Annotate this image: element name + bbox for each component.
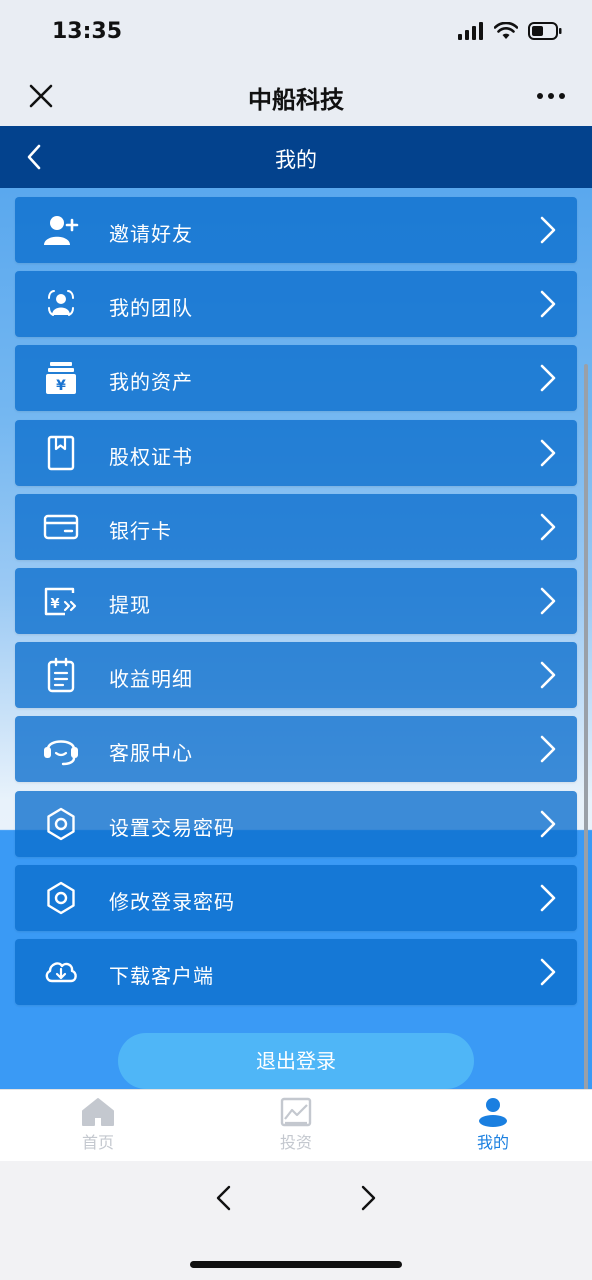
wechat-title: 中船科技 [248, 86, 344, 114]
wechat-nav-bar: 中船科技 [0, 64, 592, 126]
chevron-right-icon [540, 958, 556, 986]
menu-item-my-assets[interactable]: ¥ 我的资产 [15, 345, 577, 412]
tab-bar: 首页 投资 我的 [0, 1089, 592, 1161]
menu-item-label: 修改登录密码 [109, 889, 235, 914]
menu-item-change-login-password[interactable]: 修改登录密码 [15, 864, 577, 931]
menu-item-label: 股权证书 [109, 444, 193, 469]
chevron-right-icon [540, 736, 556, 763]
signal-icon [458, 22, 483, 40]
tab-label: 我的 [476, 1133, 509, 1152]
chevron-right-icon [540, 513, 556, 541]
menu-item-withdraw[interactable]: ¥ 提现 [15, 567, 577, 634]
chevron-right-icon [540, 290, 556, 318]
scrollbar[interactable] [584, 364, 588, 1159]
headset-icon [44, 740, 78, 766]
menu-item-bank-card[interactable]: 银行卡 [15, 493, 577, 560]
chevron-right-icon [540, 587, 556, 615]
browser-toolbar [0, 1161, 592, 1280]
menu-item-my-team[interactable]: 我的团队 [15, 271, 577, 338]
home-indicator [190, 1261, 402, 1268]
tab-mine[interactable]: 我的 [433, 1090, 553, 1162]
clipboard-icon [47, 657, 75, 693]
tab-label: 投资 [279, 1133, 312, 1152]
page-title: 我的 [275, 148, 317, 172]
menu-item-label: 设置交易密码 [109, 815, 235, 840]
browser-back-icon[interactable] [212, 1183, 236, 1213]
wifi-icon [494, 22, 518, 39]
chevron-right-icon [540, 810, 556, 837]
chevron-right-icon [540, 439, 556, 466]
menu-item-label: 下载客户端 [109, 963, 214, 988]
menu-item-label: 提现 [109, 592, 151, 617]
certificate-icon [47, 435, 75, 470]
withdraw-icon: ¥ [44, 587, 77, 616]
chevron-right-icon [540, 216, 556, 244]
assets-icon: ¥ [46, 362, 76, 395]
menu-item-label: 邀请好友 [109, 222, 193, 246]
status-bar: 13:35 [0, 0, 592, 64]
menu-item-equity-certificate[interactable]: 股权证书 [15, 419, 577, 486]
bank-card-icon [43, 514, 79, 539]
add-user-icon [44, 216, 79, 245]
menu-item-label: 客服中心 [109, 741, 193, 766]
logout-button[interactable]: 退出登录 [118, 1033, 474, 1089]
cloud-download-icon [45, 962, 77, 983]
menu-list: 邀请好友 我的团队 ¥ 我的资产 股权证书 银行卡 ¥ 提现 收益明细 客服中心… [15, 197, 577, 1013]
browser-forward-icon[interactable] [356, 1183, 380, 1213]
tab-label: 首页 [81, 1133, 114, 1152]
chevron-right-icon [540, 661, 556, 689]
svg-text:¥: ¥ [50, 597, 59, 612]
menu-item-label: 我的资产 [109, 370, 193, 395]
team-icon [48, 290, 74, 317]
status-icons [458, 22, 562, 40]
tab-home[interactable]: 首页 [38, 1090, 158, 1162]
status-time: 13:35 [52, 19, 123, 44]
menu-item-customer-service[interactable]: 客服中心 [15, 716, 577, 783]
chevron-right-icon [540, 365, 556, 392]
menu-item-set-trade-password[interactable]: 设置交易密码 [15, 790, 577, 857]
chart-icon [280, 1097, 312, 1127]
content-area: 邀请好友 我的团队 ¥ 我的资产 股权证书 银行卡 ¥ 提现 收益明细 客服中心… [0, 188, 592, 1089]
menu-item-download-client[interactable]: 下载客户端 [15, 938, 577, 1005]
home-icon [82, 1098, 114, 1126]
gear-icon [47, 807, 75, 840]
more-icon[interactable] [536, 86, 566, 106]
menu-item-earnings-detail[interactable]: 收益明细 [15, 642, 577, 709]
gear-icon [47, 881, 75, 914]
menu-item-invite-friends[interactable]: 邀请好友 [15, 197, 577, 263]
page-header: 我的 [0, 126, 592, 188]
chevron-right-icon [540, 884, 556, 911]
user-icon [479, 1098, 507, 1127]
tab-invest[interactable]: 投资 [236, 1090, 356, 1162]
svg-text:¥: ¥ [56, 378, 66, 394]
battery-icon [528, 22, 562, 40]
menu-item-label: 我的团队 [109, 296, 193, 321]
menu-item-label: 收益明细 [109, 667, 193, 692]
menu-item-label: 银行卡 [109, 518, 172, 543]
